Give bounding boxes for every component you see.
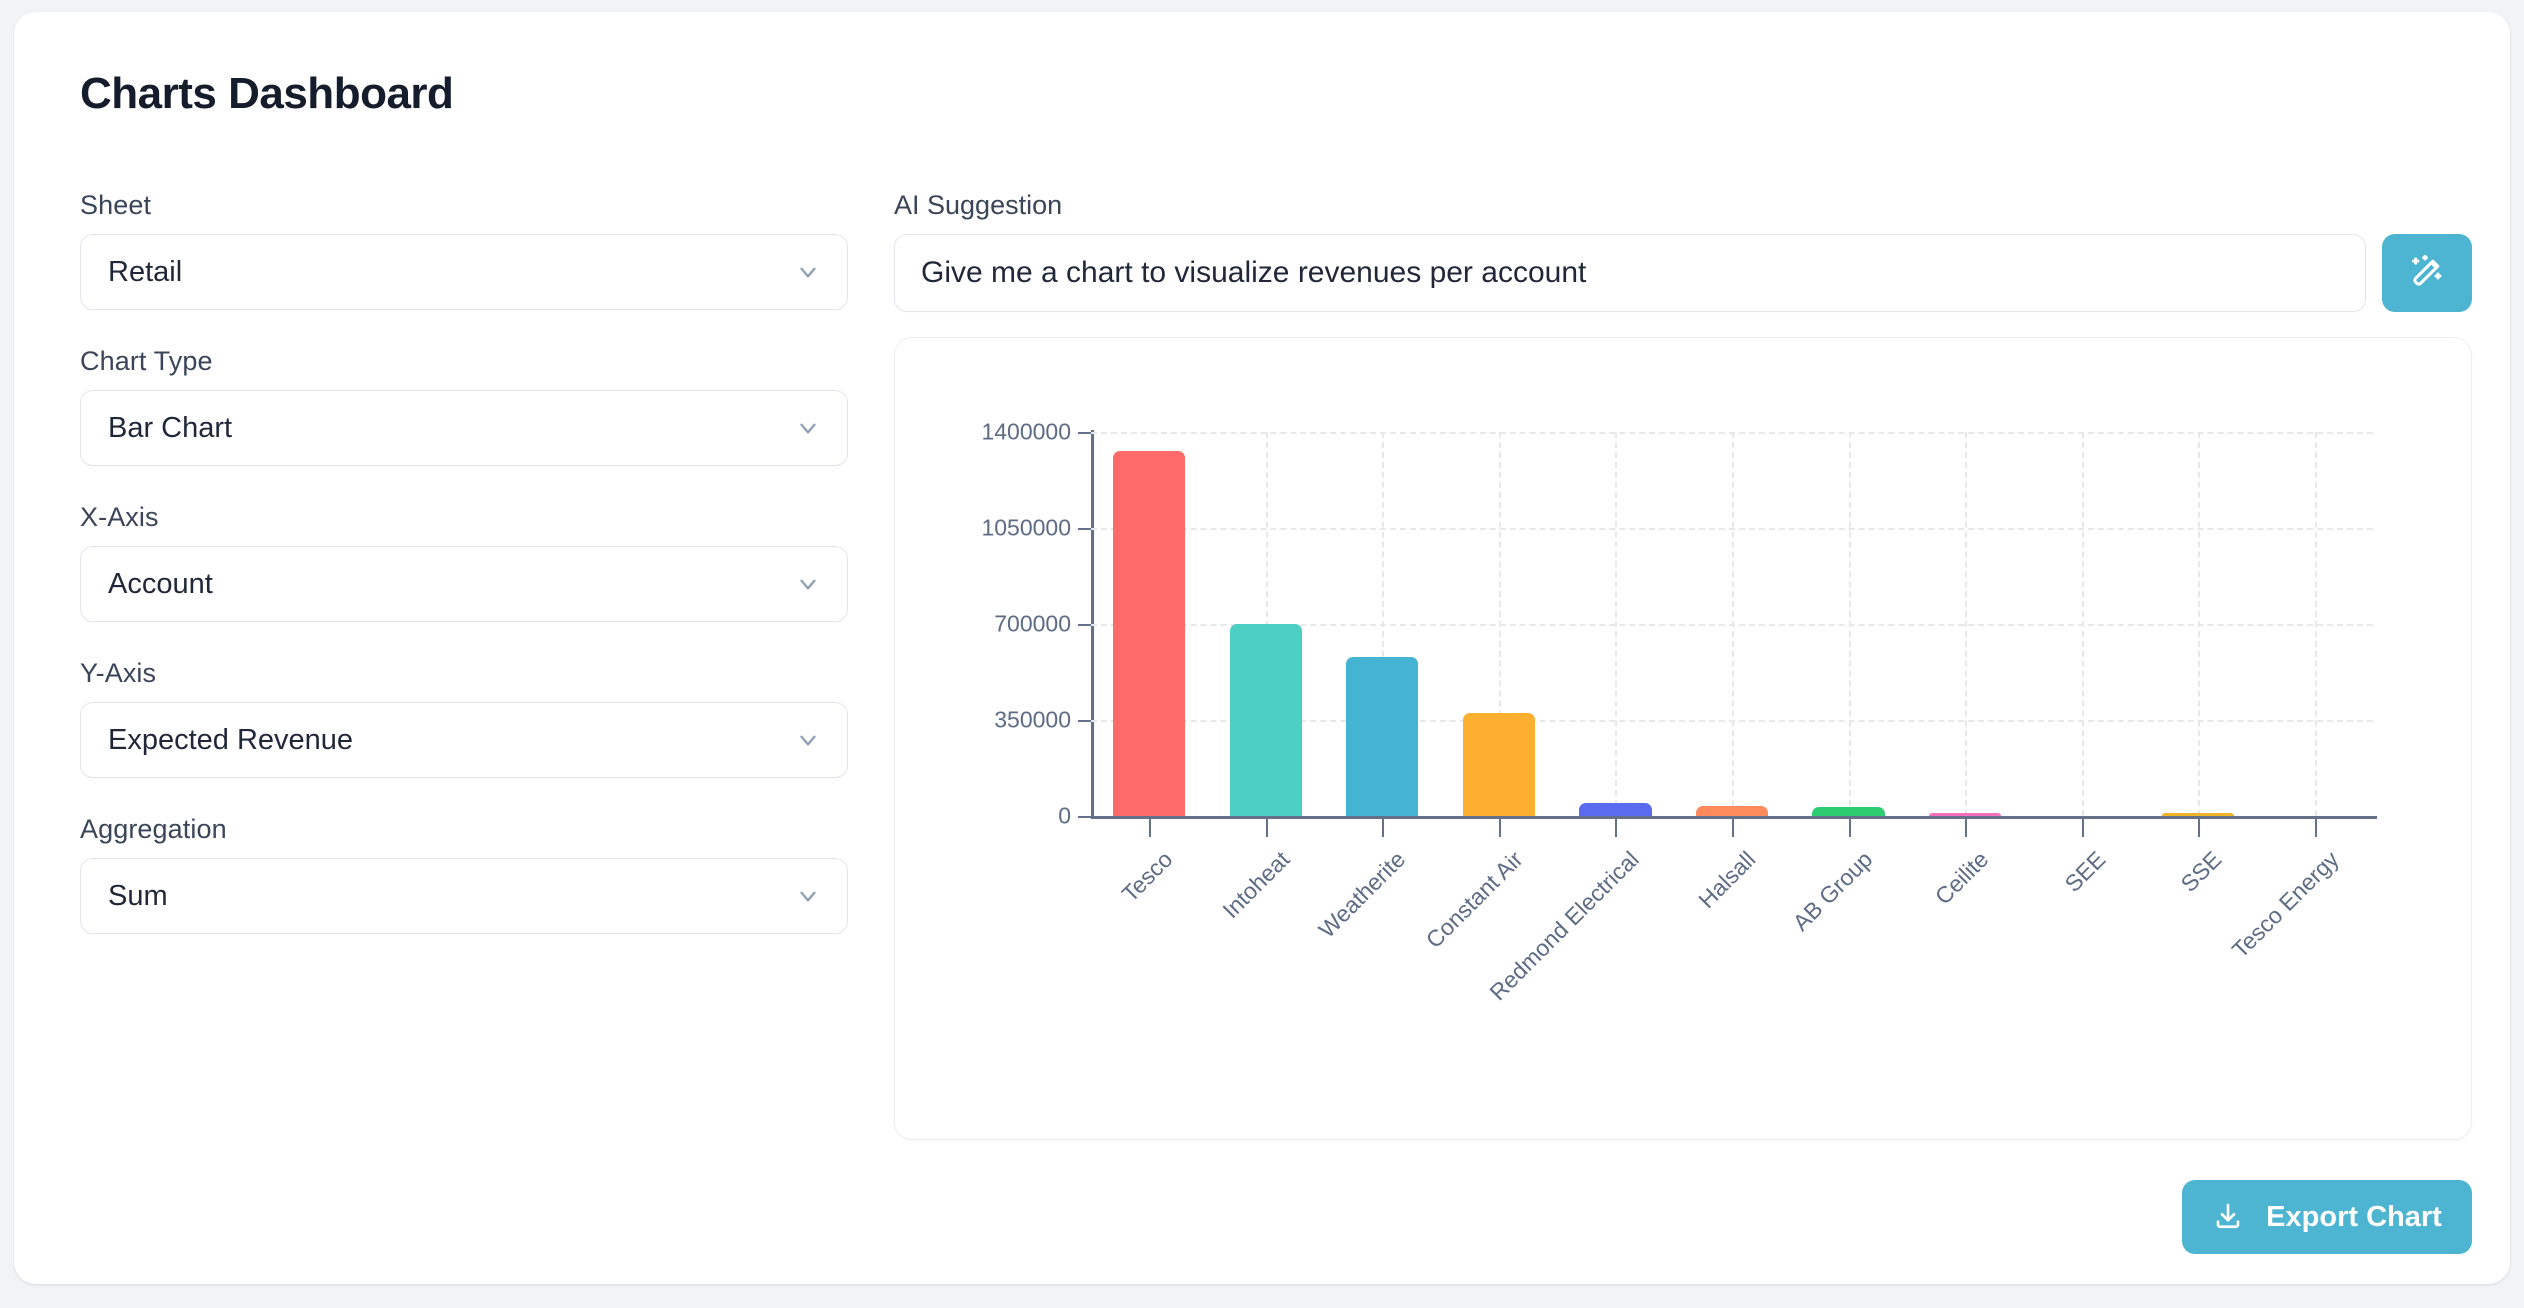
x-axis-tick-label: Tesco [1116, 846, 1178, 907]
bar-redmond-electrical[interactable] [1579, 802, 1652, 816]
y-axis-tick-label: 0 [1058, 802, 1071, 829]
ai-suggestion-panel: AI Suggestion Give me a chart to visuali… [894, 190, 2472, 312]
gridline-vertical [2314, 432, 2317, 816]
bar-sse[interactable] [2162, 813, 2235, 816]
x-axis-tick-label: SSE [2175, 846, 2227, 897]
bar-chart: 0 350000 700000 1050000 1400000 Tesco Intoheat… [895, 338, 2471, 1139]
gridline-vertical [2198, 432, 2201, 816]
label-x-axis: X-Axis [80, 502, 159, 532]
gridline-vertical [2081, 432, 2084, 816]
download-icon [2212, 1201, 2244, 1233]
export-chart-button[interactable]: Export Chart [2182, 1180, 2472, 1254]
y-axis-tick [1078, 432, 1091, 434]
field-aggregation: Aggregation Sum [80, 814, 848, 934]
x-axis-select-value: Account [108, 567, 213, 600]
aggregation-select[interactable]: Sum [80, 858, 848, 934]
label-ai-suggestion: AI Suggestion [894, 190, 1063, 220]
bar-ceilite[interactable] [1928, 813, 2002, 816]
y-axis-tick [1078, 528, 1091, 530]
gridline-vertical [1732, 432, 1734, 816]
x-axis-select[interactable]: Account [80, 546, 848, 622]
chevron-down-icon [795, 415, 821, 441]
x-axis-line [1091, 816, 2377, 819]
sheet-select[interactable]: Retail [80, 234, 848, 310]
bar-ab-group[interactable] [1812, 807, 1885, 816]
x-axis-tick [1149, 819, 1152, 837]
x-axis-tick [2081, 819, 2084, 837]
ai-suggestion-input[interactable]: Give me a chart to visualize revenues pe… [894, 234, 2366, 312]
x-axis-tick-label: Weatherite [1313, 846, 1411, 943]
gridline-vertical [1848, 432, 1851, 816]
label-y-axis: Y-Axis [80, 658, 157, 688]
x-axis-tick-label: SEE [2059, 846, 2111, 897]
y-axis-select-value: Expected Revenue [108, 723, 354, 756]
x-axis-tick [1965, 819, 1968, 837]
bar-weatherite[interactable] [1346, 656, 1419, 816]
x-axis-tick [2198, 819, 2201, 837]
generate-chart-button[interactable] [2382, 234, 2472, 312]
y-axis-tick-label: 1050000 [981, 514, 1071, 541]
chart-preview-card: 0 350000 700000 1050000 1400000 Tesco Intoheat… [894, 337, 2472, 1140]
bar-intoheat[interactable] [1229, 624, 1302, 816]
aggregation-select-value: Sum [108, 879, 168, 912]
x-axis-tick-label: Tesco Energy [2226, 846, 2344, 963]
label-aggregation: Aggregation [80, 814, 227, 844]
bar-halsall[interactable] [1695, 805, 1769, 816]
plot-area [1091, 432, 2373, 816]
x-axis-tick [2314, 819, 2317, 837]
x-axis-tick-label: Halsall [1693, 846, 1761, 914]
chart-type-select[interactable]: Bar Chart [80, 390, 848, 466]
y-axis-tick [1078, 816, 1091, 818]
label-chart-type: Chart Type [80, 346, 213, 376]
y-axis-tick [1078, 624, 1091, 626]
export-chart-label: Export Chart [2266, 1200, 2442, 1233]
y-axis-select[interactable]: Expected Revenue [80, 702, 848, 778]
y-axis-tick [1078, 720, 1091, 722]
x-axis-tick-label: AB Group [1787, 846, 1877, 936]
x-axis-tick-label: Constant Air [1420, 846, 1528, 953]
x-axis-tick [1615, 819, 1618, 837]
x-axis-tick [1732, 819, 1734, 837]
y-axis-tick-label: 700000 [994, 610, 1071, 637]
field-y-axis: Y-Axis Expected Revenue [80, 658, 848, 778]
x-axis-tick [1848, 819, 1851, 837]
field-sheet: Sheet Retail [80, 190, 848, 310]
chevron-down-icon [795, 727, 821, 753]
gridline-vertical [1965, 432, 1968, 816]
y-axis-tick-label: 1400000 [981, 418, 1071, 445]
chevron-down-icon [795, 259, 821, 285]
y-axis-tick-label: 350000 [994, 706, 1071, 733]
chevron-down-icon [795, 883, 821, 909]
x-axis-tick [1382, 819, 1385, 837]
bar-constant-air[interactable] [1462, 713, 1536, 816]
bar-tesco[interactable] [1113, 451, 1186, 816]
label-sheet: Sheet [80, 190, 152, 220]
sheet-select-value: Retail [108, 255, 183, 288]
x-axis-tick [1265, 819, 1268, 837]
x-axis-tick-label: Intoheat [1217, 846, 1295, 924]
x-axis-tick-label: Ceilite [1929, 846, 1994, 910]
x-axis-tick [1498, 819, 1501, 837]
magic-wand-icon [2407, 252, 2447, 295]
ai-suggestion-row: Give me a chart to visualize revenues pe… [894, 234, 2472, 312]
chart-type-select-value: Bar Chart [108, 411, 233, 444]
gridline-vertical [1615, 432, 1618, 816]
field-chart-type: Chart Type Bar Chart [80, 346, 848, 466]
field-x-axis: X-Axis Account [80, 502, 848, 622]
dashboard-card: Charts Dashboard Sheet Retail Chart Type… [14, 12, 2510, 1284]
chart-controls-panel: Sheet Retail Chart Type Bar Chart X-Axis… [80, 190, 848, 970]
page-title: Charts Dashboard [80, 69, 454, 118]
ai-suggestion-value: Give me a chart to visualize revenues pe… [921, 256, 1587, 289]
chevron-down-icon [795, 571, 821, 597]
